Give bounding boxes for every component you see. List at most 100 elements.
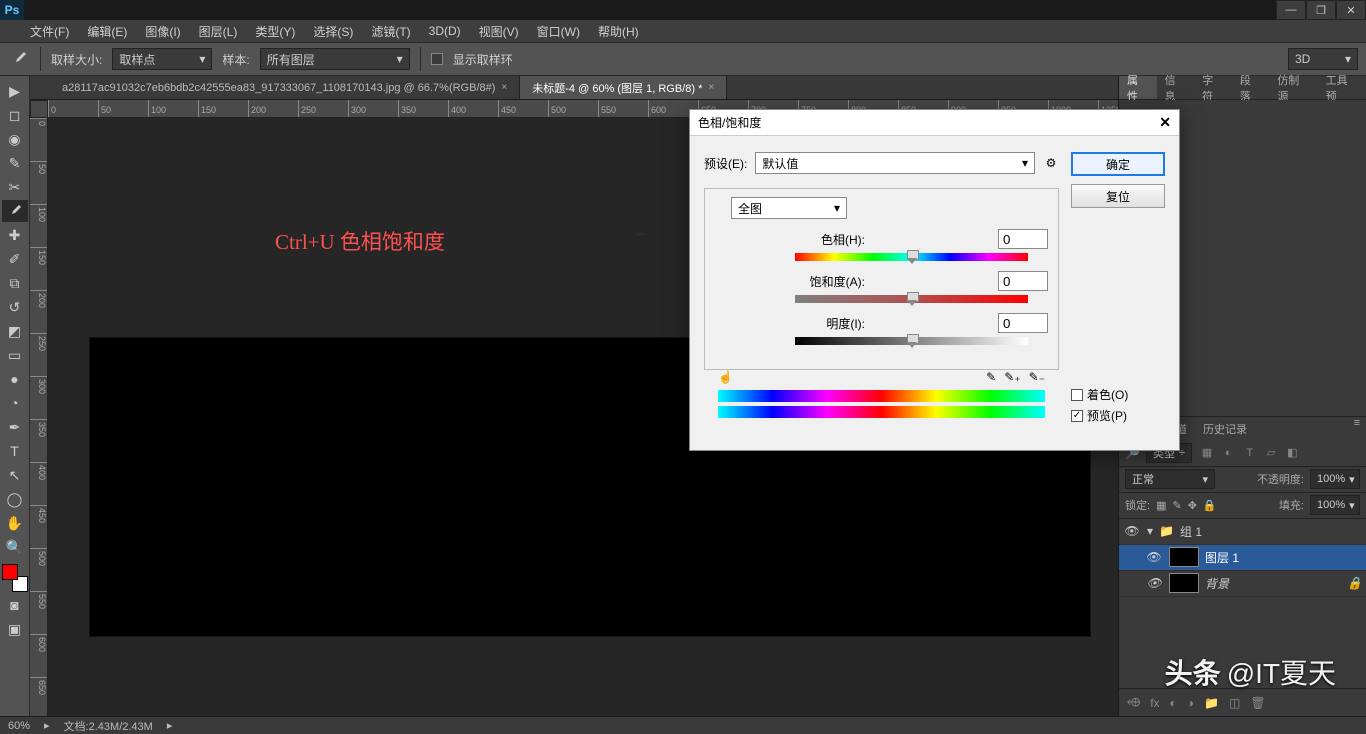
lock-transparent-icon[interactable]: ▦ — [1156, 499, 1166, 512]
hand-tool[interactable]: ✋ — [2, 512, 28, 534]
workspace-select[interactable]: 3D▾ — [1288, 48, 1358, 70]
zoom-level[interactable]: 60% — [8, 720, 30, 732]
layer-name[interactable]: 组 1 — [1180, 523, 1202, 540]
minimize-button[interactable]: — — [1276, 0, 1306, 20]
lock-all-icon[interactable]: 🔒 — [1203, 499, 1217, 512]
stamp-tool[interactable]: ⧉ — [2, 272, 28, 294]
hue-input[interactable] — [998, 229, 1048, 249]
blur-tool[interactable]: ● — [2, 368, 28, 390]
menu-file[interactable]: 文件(F) — [30, 23, 69, 40]
filter-adjust-icon[interactable]: ◐ — [1219, 444, 1237, 462]
gear-icon[interactable]: ⚙ — [1043, 155, 1059, 171]
preset-select[interactable]: 默认值▾ — [755, 152, 1035, 174]
mask-icon[interactable]: ◐ — [1170, 696, 1177, 710]
link-icon[interactable]: ⬲ — [1127, 695, 1140, 710]
visibility-icon[interactable]: 👁 — [1123, 522, 1141, 540]
new-group-icon[interactable]: 📁 — [1204, 696, 1219, 710]
filter-type-icon[interactable]: T — [1241, 444, 1259, 462]
layer-name[interactable]: 背景 — [1205, 575, 1229, 592]
layer-row[interactable]: 👁 图层 1 — [1119, 545, 1366, 571]
lightness-input[interactable] — [998, 313, 1048, 333]
fx-icon[interactable]: fx — [1150, 696, 1159, 710]
layer-thumbnail[interactable] — [1169, 573, 1199, 593]
new-layer-icon[interactable]: ◫ — [1229, 696, 1240, 710]
tab-character[interactable]: 字符 — [1194, 76, 1232, 99]
eyedropper-icon[interactable]: ✎ — [986, 370, 996, 384]
filter-shape-icon[interactable]: ▱ — [1262, 444, 1280, 462]
pen-tool[interactable]: ✒ — [2, 416, 28, 438]
doc-tab-2[interactable]: 未标题-4 @ 60% (图层 1, RGB/8) *× — [520, 76, 727, 99]
panel-menu-icon[interactable]: ≡ — [1348, 417, 1366, 441]
gradient-tool[interactable]: ▭ — [2, 344, 28, 366]
menu-view[interactable]: 视图(V) — [479, 23, 519, 40]
history-brush-tool[interactable]: ↺ — [2, 296, 28, 318]
eraser-tool[interactable]: ◩ — [2, 320, 28, 342]
zoom-tool[interactable]: 🔍 — [2, 536, 28, 558]
lock-image-icon[interactable]: ✎ — [1172, 499, 1181, 512]
menu-edit[interactable]: 编辑(E) — [87, 23, 127, 40]
reset-button[interactable]: 复位 — [1071, 184, 1165, 208]
quick-select-tool[interactable]: ✎ — [2, 152, 28, 174]
tab-tool-presets[interactable]: 工具预 — [1318, 76, 1366, 99]
path-select-tool[interactable]: ↖ — [2, 464, 28, 486]
visibility-icon[interactable]: 👁 — [1145, 548, 1163, 566]
dialog-close-button[interactable]: ✕ — [1159, 114, 1171, 131]
eyedropper-tool[interactable] — [2, 200, 28, 222]
sample-select[interactable]: 所有图层▾ — [260, 48, 410, 70]
menu-type[interactable]: 类型(Y) — [255, 23, 295, 40]
brush-tool[interactable]: ✐ — [2, 248, 28, 270]
show-sampling-ring-checkbox[interactable] — [431, 53, 443, 65]
disclosure-icon[interactable]: ▾ — [1147, 524, 1153, 538]
tab-history[interactable]: 历史记录 — [1195, 417, 1255, 441]
filter-smart-icon[interactable]: ◧ — [1283, 444, 1301, 462]
preview-checkbox[interactable]: ✓ — [1071, 410, 1083, 422]
visibility-icon[interactable]: 👁 — [1145, 574, 1163, 592]
menu-filter[interactable]: 滤镜(T) — [371, 23, 410, 40]
eyedropper-subtract-icon[interactable]: ✎₋ — [1029, 370, 1045, 384]
tab-info[interactable]: 信息 — [1157, 76, 1195, 99]
menu-image[interactable]: 图像(I) — [145, 23, 180, 40]
layer-group-row[interactable]: 👁 ▾ 📁 组 1 — [1119, 519, 1366, 545]
shape-tool[interactable]: ◯ — [2, 488, 28, 510]
doc-tab-1[interactable]: a28117ac91032c7eb6bdb2c42555ea83_9173330… — [50, 76, 520, 99]
eyedropper-add-icon[interactable]: ✎₊ — [1004, 370, 1020, 384]
type-tool[interactable]: T — [2, 440, 28, 462]
lock-position-icon[interactable]: ✥ — [1188, 499, 1197, 512]
chevron-icon[interactable]: ▸ — [44, 719, 50, 732]
layer-name[interactable]: 图层 1 — [1205, 549, 1239, 566]
fill-value[interactable]: 100%▾ — [1310, 495, 1360, 515]
tab-paragraph[interactable]: 段落 — [1232, 76, 1270, 99]
chevron-icon[interactable]: ▸ — [167, 719, 173, 732]
close-icon[interactable]: × — [501, 82, 507, 93]
ok-button[interactable]: 确定 — [1071, 152, 1165, 176]
layer-thumbnail[interactable] — [1169, 547, 1199, 567]
ruler-origin[interactable] — [30, 100, 48, 118]
scrubby-hand-icon[interactable]: ☝ — [718, 370, 733, 384]
channel-select[interactable]: 全图▾ — [731, 197, 847, 219]
adjustment-icon[interactable]: ◑ — [1187, 696, 1194, 710]
saturation-slider[interactable] — [795, 295, 1028, 303]
move-tool[interactable]: ▶ — [2, 80, 28, 102]
lightness-slider[interactable] — [795, 337, 1028, 345]
screen-mode-toggle[interactable]: ▣ — [2, 618, 28, 640]
menu-select[interactable]: 选择(S) — [313, 23, 353, 40]
hue-slider[interactable] — [795, 253, 1028, 261]
saturation-input[interactable] — [998, 271, 1048, 291]
marquee-tool[interactable]: ◻ — [2, 104, 28, 126]
dialog-titlebar[interactable]: 色相/饱和度 ✕ — [690, 110, 1179, 136]
tab-clone-source[interactable]: 仿制源 — [1269, 76, 1317, 99]
menu-layer[interactable]: 图层(L) — [199, 23, 238, 40]
opacity-value[interactable]: 100%▾ — [1310, 469, 1360, 489]
blend-mode-select[interactable]: 正常▾ — [1125, 469, 1215, 489]
vertical-ruler[interactable]: 0501001502002503003504004505005506006507… — [30, 118, 48, 716]
menu-help[interactable]: 帮助(H) — [598, 23, 639, 40]
fg-bg-colors[interactable] — [2, 564, 28, 592]
crop-tool[interactable]: ✂ — [2, 176, 28, 198]
quick-mask-toggle[interactable]: ◙ — [2, 594, 28, 616]
tab-properties[interactable]: 属性 — [1119, 76, 1157, 99]
layer-row[interactable]: 👁 背景 🔒 — [1119, 571, 1366, 597]
close-button[interactable]: ✕ — [1336, 0, 1366, 20]
sample-size-select[interactable]: 取样点▾ — [112, 48, 212, 70]
healing-tool[interactable]: ✚ — [2, 224, 28, 246]
delete-icon[interactable]: 🗑 — [1250, 696, 1265, 710]
